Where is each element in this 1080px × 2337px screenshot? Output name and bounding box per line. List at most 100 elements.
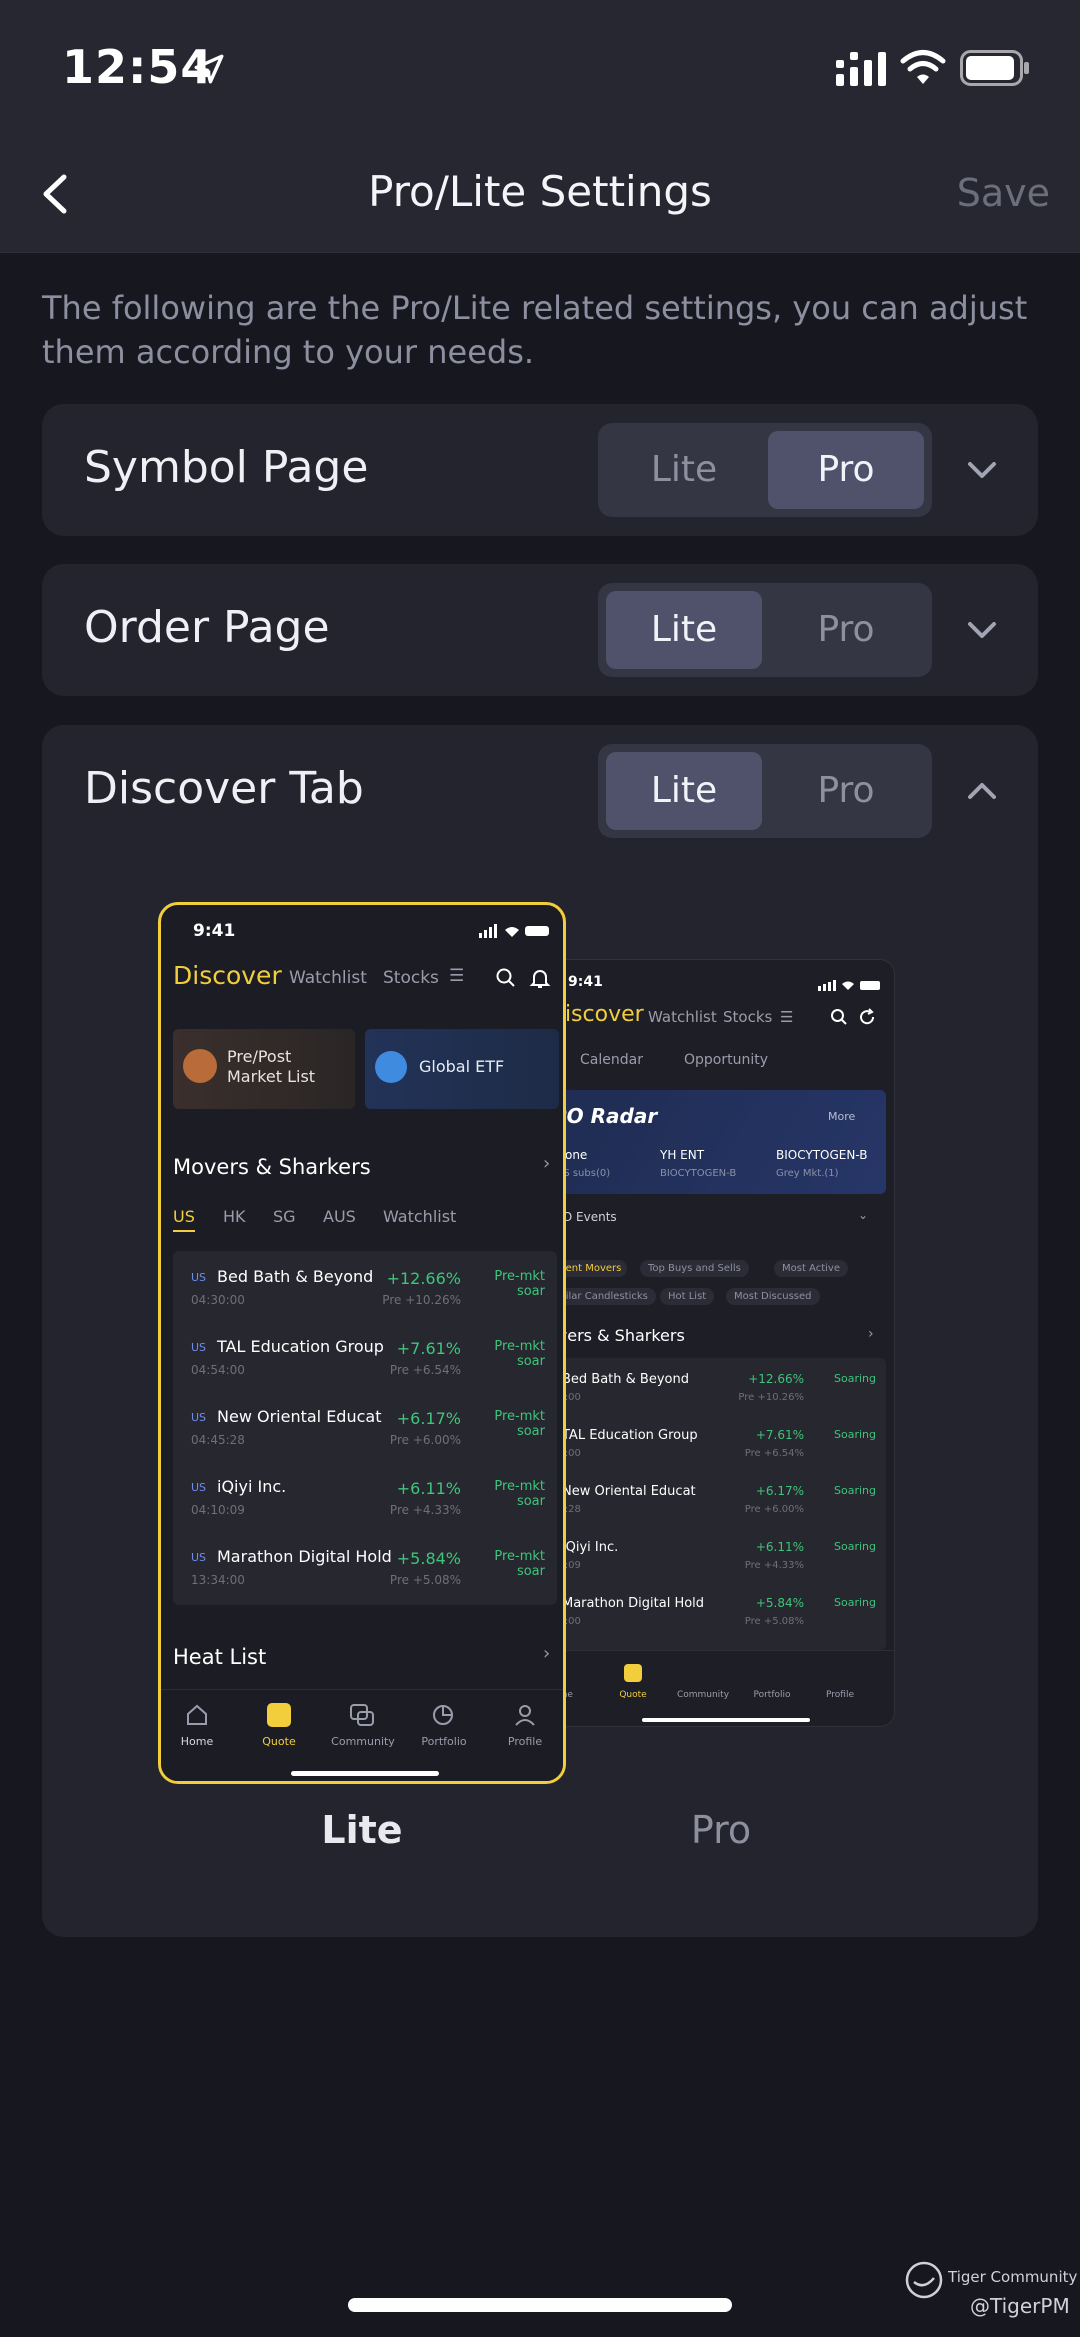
stock-change: +7.61% [755,1428,804,1442]
lite-option[interactable]: Lite [606,591,762,669]
market-tag: US [191,1341,207,1354]
stock-change: +12.66% [386,1269,461,1288]
chevron-down-icon: ⌄ [858,1208,869,1222]
quote-icon [624,1664,642,1682]
preview-home-indicator [291,1771,439,1776]
stock-name: Marathon Digital Hold [217,1547,392,1566]
stock-status: Soaring [834,1428,876,1441]
filter-chip: Most Discussed [726,1288,820,1305]
nav-label: Home [180,1735,214,1748]
profile-icon [515,1705,535,1726]
page-title: Pro/Lite Settings [368,167,712,216]
chevron-down-icon[interactable] [962,610,1002,650]
movers-title: overs & Sharkers [548,1326,685,1345]
preview-status-icons [479,923,551,938]
ipo-item-sub: BIOCYTOGEN-B [660,1168,737,1179]
heat-list-title: Heat List [173,1645,267,1669]
lite-option[interactable]: Lite [606,752,762,830]
stock-pre: Pre +4.33% [744,1560,804,1571]
refresh-icon [860,1008,875,1025]
tiger-community-logo-icon [905,2261,943,2299]
market-tag: US [191,1481,207,1494]
stock-pre: Pre +5.08% [744,1616,804,1627]
stock-change: +5.84% [755,1596,804,1610]
stock-change: +12.66% [748,1372,804,1386]
planet-icon [375,1051,407,1083]
lite-pro-toggle: Lite Pro [598,423,932,517]
chevron-right-icon: › [868,1326,874,1342]
stock-pre: Pre +5.08% [389,1573,461,1587]
preview-status-icons [818,976,882,991]
trophy-icon [183,1049,217,1083]
pro-option[interactable]: Pro [768,431,924,509]
filter-chip: Most Active [774,1260,848,1277]
pro-option[interactable]: Pro [768,591,924,669]
stock-status: Pre-mkt soar [494,1409,545,1439]
ipo-radar-title: PO Radar [552,1104,658,1128]
stock-time: 04:45:28 [191,1433,245,1447]
preview-home-indicator [642,1718,810,1722]
nav-label: Profile [826,1690,854,1700]
stock-change: +7.61% [396,1339,461,1358]
nav-label: Profile [507,1735,543,1748]
stock-status: Soaring [834,1484,876,1497]
chevron-down-icon[interactable] [962,450,1002,490]
location-arrow-icon [194,54,224,84]
setting-card-order-page: Order Page Lite Pro [42,564,1038,696]
stock-name: iQiyi Inc. [217,1477,287,1496]
stock-change: +6.11% [396,1479,461,1498]
nav-label: Quote [262,1735,296,1748]
stock-pre: Pre +4.33% [389,1503,461,1517]
pre-post-market-card: Pre/Post Market List [173,1029,355,1109]
status-time: 12:54 [62,40,214,94]
market-tag: US [191,1551,207,1564]
stock-status: Pre-mkt soar [494,1549,545,1579]
preview-subtab: Calendar [580,1052,643,1068]
lite-option[interactable]: Lite [606,431,762,509]
chevron-up-icon[interactable] [962,771,1002,811]
save-button[interactable]: Save [957,171,1050,215]
stock-change: +5.84% [396,1549,461,1568]
pro-bottom-nav [548,1650,894,1726]
market-tab-us: US [173,1207,195,1232]
preview-tab-stocks: Stocks [723,1008,773,1026]
market-tab: HK [223,1207,246,1226]
pro-preview-label[interactable]: Pro [548,1808,894,1852]
stock-pre: Pre +10.26% [382,1293,461,1307]
market-tab: SG [273,1207,296,1226]
stock-time: 04:30:00 [191,1293,245,1307]
stock-status: Soaring [834,1596,876,1609]
lite-preview-label[interactable]: Lite [158,1808,566,1852]
stock-time: 04:10:09 [191,1503,245,1517]
stock-name: Marathon Digital Hold [562,1596,705,1611]
stock-time: 04:54:00 [191,1363,245,1377]
nav-label: Community [676,1690,730,1700]
stock-pre: Pre +6.54% [744,1448,804,1459]
settings-description: The following are the Pro/Lite related s… [42,289,1028,371]
portfolio-icon [433,1705,453,1725]
nav-label: Portfolio [421,1735,467,1748]
nav-label: Community [331,1735,395,1748]
stock-change: +6.11% [755,1540,804,1554]
card-label: Global ETF [419,1057,505,1076]
ipo-more-link: More [828,1110,856,1123]
global-etf-card: Global ETF [365,1029,559,1109]
preview-tab-watchlist: Watchlist [648,1008,717,1026]
pro-option[interactable]: Pro [768,752,924,830]
bell-icon [529,970,551,988]
wifi-icon [900,50,946,84]
stock-name: TAL Education Group [562,1428,698,1443]
stock-pre: Pre +10.26% [738,1392,804,1403]
chevron-right-icon: › [543,1643,551,1664]
lite-preview-screenshot[interactable]: 9:41 Discover Watchlist Stocks ☰ Pre/Pos… [158,902,566,1784]
nav-bar: Pro/Lite Settings Save [0,135,1080,253]
market-tab: Watchlist [383,1207,457,1226]
lite-pro-toggle: Lite Pro [598,744,932,838]
setting-title: Discover Tab [84,763,364,814]
pro-preview-screenshot[interactable]: 9:41 Discover Watchlist Stocks ☰ ot Cale… [548,960,894,1726]
preview-discover-title: Discover [173,961,282,990]
filter-chip: Hot List [660,1288,715,1305]
stock-pre: Pre +6.00% [389,1433,461,1447]
menu-icon: ☰ [780,1008,794,1026]
stock-name: Bed Bath & Beyond [562,1372,689,1387]
